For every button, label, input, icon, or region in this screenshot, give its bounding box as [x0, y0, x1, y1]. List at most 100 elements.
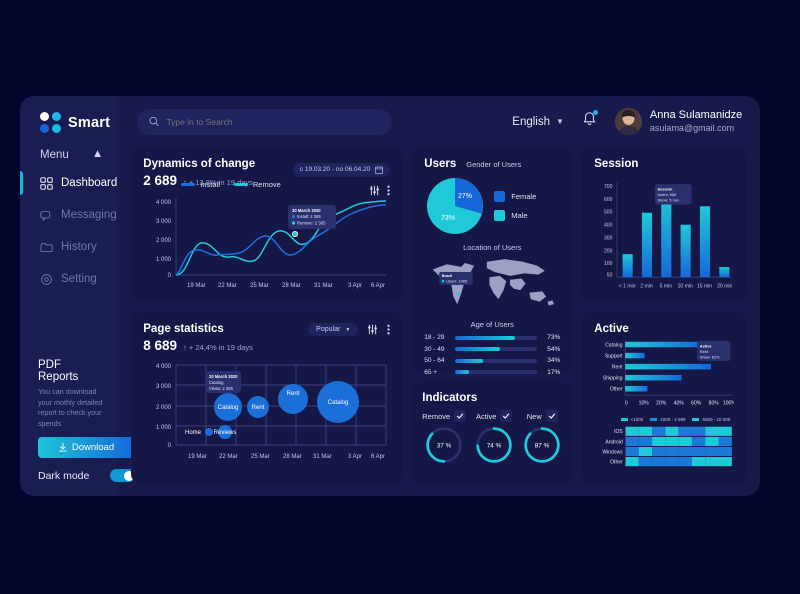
page-statistics-tooltip: 20 March 2020 Catalog Views: 2 365 [206, 371, 242, 393]
legend-label-install: Install [200, 179, 220, 189]
tooltip-show: Show: 82% [700, 355, 720, 359]
dark-mode-row: Dark mode [38, 469, 135, 482]
x-tick: 0 [625, 400, 628, 406]
age-row: 30 - 49 54% [424, 346, 560, 353]
legend-label-high: 5000 - 10 000 [702, 417, 731, 422]
indicator-active: Active 74 % [474, 410, 514, 465]
active-category: Support [605, 353, 623, 359]
world-map: Brazil Users: 1465 [432, 259, 555, 306]
sidebar-item-setting[interactable]: Setting [20, 265, 117, 293]
menu-header[interactable]: Menu ▲ [20, 133, 117, 167]
user-email: asulama@gmail.com [649, 122, 735, 133]
x-tick: < 1 min [619, 283, 636, 289]
bubble-label: Catalog [328, 400, 349, 406]
age-value: 17% [547, 368, 561, 376]
x-tick: 3 Apr [348, 283, 362, 289]
date-range-picker[interactable]: c 19.03.20 - no 06.04.20 [292, 162, 391, 177]
age-value: 54% [547, 345, 561, 353]
bubble-label: Reviews [214, 430, 237, 436]
tooltip-views: Views: 2 365 [209, 386, 234, 391]
indicator-checkbox[interactable] [454, 410, 467, 422]
x-tick: 31 Mar [313, 454, 332, 460]
y-tick: 2 000 [156, 238, 172, 244]
check-icon [548, 413, 555, 419]
indicator-label: New [526, 411, 542, 421]
heatmap-cells [625, 426, 733, 467]
y-tick: 300 [604, 235, 613, 241]
y-tick: 0 [168, 273, 172, 279]
download-button[interactable]: Download [38, 437, 135, 458]
x-tick: 20% [656, 400, 667, 406]
map-tooltip-country: Brazil [442, 274, 453, 278]
sidebar-item-dashboard[interactable]: Dashboard [20, 169, 117, 197]
check-icon [503, 413, 510, 419]
x-tick: 5 min [660, 283, 673, 289]
gender-pie-chart: 27% 73% [427, 178, 484, 234]
main-area: English ▼ [117, 96, 760, 496]
user-profile[interactable]: Anna Sulamanidze asulama@gmail.com [614, 108, 742, 135]
language-selector[interactable]: English ▼ [512, 116, 564, 128]
popular-filter-label: Popular [316, 326, 341, 333]
indicator-checkbox[interactable] [545, 410, 558, 422]
more-options-icon[interactable] [387, 324, 390, 335]
x-tick: 20 min [717, 283, 732, 289]
y-tick: 3 000 [156, 219, 172, 225]
filter-sliders-icon[interactable] [367, 324, 378, 335]
x-tick: 28 Mar [283, 454, 302, 460]
tooltip-date: 30 March 2020 [292, 208, 321, 213]
indicator-value: 37 % [437, 443, 452, 450]
avatar [614, 108, 642, 135]
y-tick: 100 [604, 261, 613, 267]
sidebar-nav: Dashboard Messaging History Setting [20, 169, 117, 297]
tooltip-item: Rent [700, 350, 709, 354]
x-tick: 80% [709, 400, 720, 406]
chevron-up-icon[interactable]: ▲ [92, 149, 103, 161]
page-statistics-bubble-chart: 4 000 3 000 2 000 1 000 0 Home Reviews C… [156, 364, 387, 460]
sidebar: Smart Menu ▲ Dashboard Messaging History… [20, 96, 135, 496]
map-marker [457, 292, 461, 296]
map-tooltip-users: Users: 1465 [447, 279, 468, 283]
sidebar-item-history[interactable]: History [20, 233, 117, 261]
active-category: Rent [612, 364, 623, 370]
sidebar-item-messaging[interactable]: Messaging [20, 201, 117, 229]
indicator-checkbox[interactable] [500, 410, 513, 422]
sidebar-item-label: Messaging [61, 209, 117, 221]
y-tick: 600 [604, 197, 613, 203]
heatmap-row-label: IOS [614, 429, 623, 435]
card-dynamics-of-change: Dynamics of change 2 689 ↑ + 13,8% in 19… [131, 147, 403, 302]
legend-label-low: <1000 [630, 417, 644, 422]
heatmap-row-label: Other [610, 459, 623, 465]
data-point-marker [292, 230, 299, 237]
x-tick: 25 Mar [250, 283, 269, 289]
chevron-down-icon: ▼ [556, 117, 564, 126]
legend-label-remove: Remove [252, 179, 281, 189]
indicator-value: 74 % [487, 443, 502, 450]
gender-section-title: Gender of Users [466, 160, 522, 169]
search-box[interactable] [137, 108, 393, 135]
folder-icon [40, 242, 53, 252]
indicator-remove: Remove 37 % [422, 410, 467, 465]
age-row: 50 - 64 34% [424, 357, 560, 364]
message-icon [40, 210, 51, 221]
legend-swatch-remove [233, 182, 248, 186]
tooltip-page: Catalog [209, 380, 224, 385]
bubble-label: Rent [287, 391, 300, 397]
legend-label-mid: 1000 - 4 999 [660, 417, 686, 422]
legend-swatch-low [620, 418, 628, 421]
x-tick: 3 Apr [348, 454, 362, 460]
gear-icon [41, 273, 52, 285]
age-value: 73% [547, 334, 561, 341]
bubble-label: Home [185, 430, 202, 436]
popular-filter-dropdown[interactable]: Popular ▼ [308, 323, 359, 336]
search-input[interactable] [166, 116, 381, 127]
pie-value-female: 27% [458, 193, 472, 200]
menu-label: Menu [40, 149, 69, 161]
platform-heatmap: IOS Android Windows Other [603, 426, 733, 467]
logo-dots-icon [40, 112, 61, 133]
notifications-button[interactable] [582, 110, 598, 132]
indicator-value: 87 % [535, 443, 550, 450]
sidebar-item-label: Setting [61, 273, 97, 285]
column-middle: Users Gender of Users 27% 73% Female Mal… [412, 147, 573, 484]
language-label: English [512, 115, 550, 128]
pie-value-male: 73% [441, 215, 455, 222]
